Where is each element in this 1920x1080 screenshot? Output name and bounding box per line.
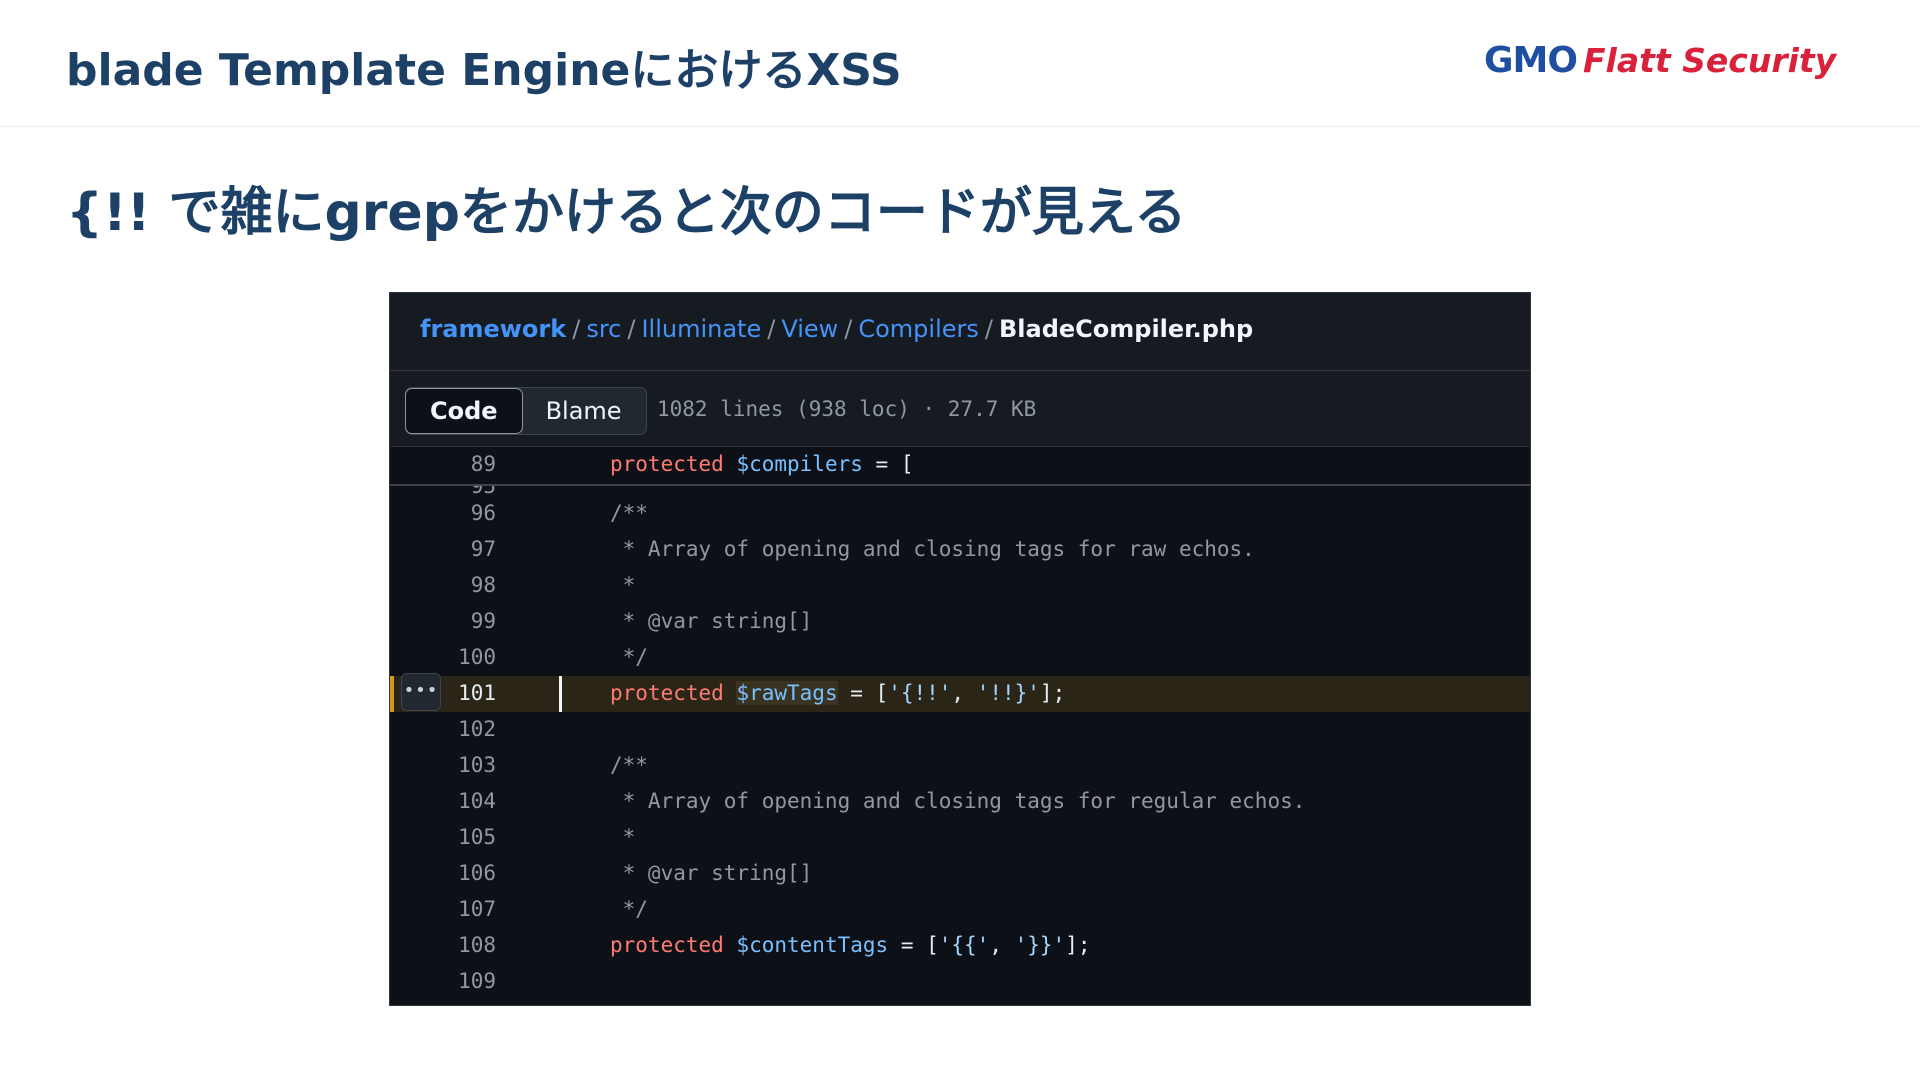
line-number[interactable]: 101 [390,681,496,705]
code-variable: $compilers [736,452,863,476]
code-line: 99 * @var string[] [390,604,1530,640]
code-line: 103 /** [390,748,1530,784]
code-comment: * Array of opening and closing tags for … [610,789,1306,813]
line-number[interactable]: 102 [390,717,496,741]
github-code-view: framework / src / Illuminate / View / Compilers /… [389,292,1531,1006]
breadcrumb-current-file: BladeCompiler.php [998,315,1254,343]
code-text: protected $compilers = [ [610,452,913,476]
code-comment: * [610,825,636,849]
code-line: 102 [390,712,1530,748]
code-text: protected $rawTags = ['{!!', '!!}']; [610,681,1065,705]
code-line: 106 * @var string[] [390,856,1530,892]
breadcrumb: framework / src / Illuminate / View / Compilers /… [390,293,1530,371]
code-string: '{!!' [888,681,952,705]
breadcrumb-link-compilers[interactable]: Compilers [858,315,979,343]
line-number[interactable]: 105 [390,825,496,849]
code-line: 98 * [390,568,1530,604]
sticky-code-line[interactable]: 89 protected $compilers = [ [390,447,1530,486]
breadcrumb-link-illuminate[interactable]: Illuminate [641,315,761,343]
code-comment: */ [610,897,648,921]
line-number[interactable]: 104 [390,789,496,813]
breadcrumb-link-view[interactable]: View [781,315,838,343]
code-punct: , [951,681,977,705]
code-keyword: protected [610,452,724,476]
text-cursor [559,676,562,712]
breadcrumb-separator: / [627,315,636,343]
line-number[interactable]: 97 [390,537,496,561]
line-number[interactable]: 109 [390,969,496,993]
code-line: 97 * Array of opening and closing tags f… [390,532,1530,568]
breadcrumb-link-framework[interactable]: framework [420,315,566,343]
view-mode-toggle: Code Blame [405,387,647,435]
file-toolbar: Code Blame 1082 lines (938 loc) · 27.7 K… [390,371,1530,447]
code-listing: 89 protected $compilers = [ 95 96 /** 97… [390,447,1530,1005]
company-logo: GMO Flatt Security [1484,40,1836,94]
code-line: 108 protected $contentTags = ['{{', '}}'… [390,928,1530,964]
code-punct: = [ [888,933,939,957]
code-variable: $contentTags [736,933,889,957]
code-punct: , [989,933,1015,957]
code-punct: = [ [862,452,914,476]
code-comment: */ [610,645,648,669]
line-number[interactable]: 106 [390,861,496,885]
code-variable: $rawTags [736,681,838,705]
code-punct: = [ [837,681,889,705]
code-comment: /** [610,501,648,525]
code-text: protected $contentTags = ['{{', '}}']; [610,933,1091,957]
code-comment: * @var string[] [610,609,813,633]
code-punct: ]; [1065,933,1091,957]
line-number[interactable]: 103 [390,753,496,777]
line-number[interactable]: 96 [390,501,496,525]
logo-flatt-security-text: Flatt Security [1582,41,1837,80]
slide-header: blade Template EngineにおけるXSS GMO Flatt Se… [0,0,1920,127]
code-punct: ]; [1039,681,1066,705]
breadcrumb-link-src[interactable]: src [586,315,621,343]
breadcrumb-separator: / [767,315,776,343]
line-number[interactable]: 99 [390,609,496,633]
code-comment: * @var string[] [610,861,813,885]
code-line: 107 */ [390,892,1530,928]
code-comment: * Array of opening and closing tags for … [610,537,1255,561]
breadcrumb-separator: / [984,315,993,343]
line-number[interactable]: 100 [390,645,496,669]
line-number[interactable]: 108 [390,933,496,957]
code-string: '!!}' [976,681,1040,705]
line-number[interactable]: 107 [390,897,496,921]
file-info: 1082 lines (938 loc) · 27.7 KB [657,397,1037,421]
tab-code[interactable]: Code [405,388,523,434]
line-number[interactable]: 98 [390,573,496,597]
breadcrumb-separator: / [844,315,853,343]
logo-gmo-text: GMO [1484,40,1578,81]
code-string: '{{' [938,933,990,957]
code-string: '}}' [1014,933,1066,957]
code-comment: /** [610,753,648,777]
breadcrumb-separator: / [572,315,581,343]
code-line: 100 */ [390,640,1530,676]
code-line: 96 /** [390,496,1530,532]
slide-title: blade Template EngineにおけるXSS [66,45,902,96]
highlighted-code-line[interactable]: ••• 101 protected $rawTags = ['{!!', '!!… [390,673,1530,712]
line-number[interactable]: 89 [390,452,496,476]
code-keyword: protected [610,681,724,705]
code-keyword: protected [610,933,724,957]
code-comment: * [610,573,636,597]
code-line: 104 * Array of opening and closing tags … [390,784,1530,820]
code-line: 105 * [390,820,1530,856]
code-line-partial: 109 [390,964,1530,1000]
slide-subtitle: {!! で雑にgrepをかけると次のコードが見える [66,183,1187,243]
tab-blame[interactable]: Blame [522,388,646,434]
